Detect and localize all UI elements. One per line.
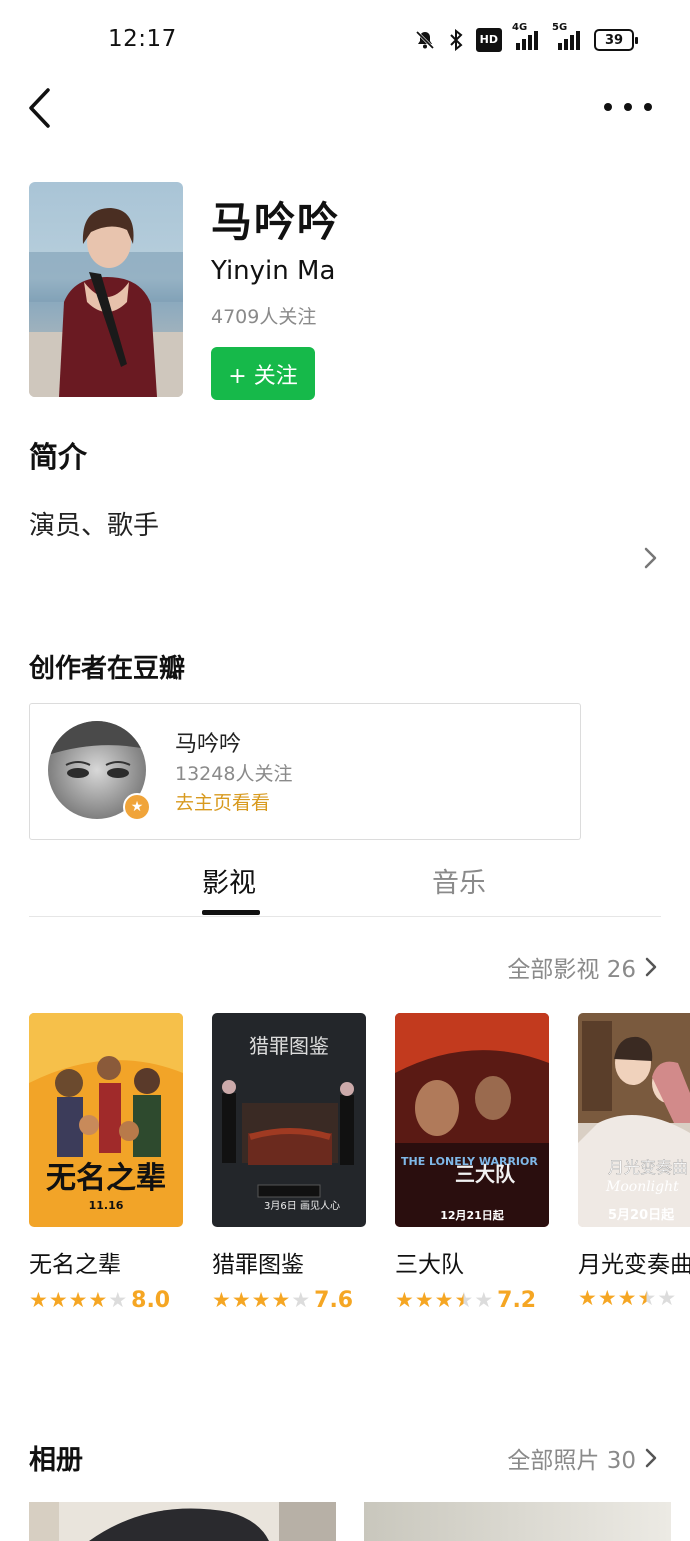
star-icon: ★	[108, 1288, 128, 1312]
poster-2-tagline: 画见人心	[300, 1200, 340, 1212]
status-bar: 12:17 HD 4G 5G 39	[0, 0, 690, 80]
movie-title-3[interactable]: 三大队	[395, 1245, 464, 1279]
star-rating: ★ ★ ★ ★ ★	[29, 1290, 127, 1311]
poster-3-date: 12月21日起	[440, 1208, 505, 1222]
poster-1-date: 11.16	[89, 1199, 124, 1212]
rating-score: 7.6	[314, 1288, 354, 1313]
star-icon: ★	[657, 1286, 677, 1310]
dot-icon	[624, 103, 632, 111]
poster-4-date: 5月20日起	[608, 1207, 675, 1223]
album-photo-2[interactable]	[364, 1502, 671, 1541]
star-icon: ★	[454, 1288, 474, 1312]
star-icon: ★	[251, 1288, 271, 1312]
battery-icon: 39	[594, 29, 638, 51]
active-tab-indicator	[202, 910, 260, 915]
poster-1-title: 无名之辈	[46, 1161, 166, 1196]
tab-movies[interactable]: 影视	[202, 861, 256, 900]
star-icon: ★	[434, 1288, 454, 1312]
all-movies-label: 全部影视 26	[507, 957, 636, 983]
star-icon: ★	[578, 1286, 597, 1310]
movie-poster-4[interactable]: 月光变奏曲 Moonlight 5月20日起	[578, 1013, 690, 1227]
poster-2-title: 猎罪图鉴	[249, 1034, 329, 1058]
creator-homepage-link[interactable]: 去主页看看	[175, 788, 270, 815]
star-icon: ★	[617, 1286, 637, 1310]
movie-title-2[interactable]: 猎罪图鉴	[212, 1245, 304, 1279]
follower-count: 4709人关注	[211, 306, 317, 328]
signal-5g-icon: 5G	[552, 22, 582, 52]
all-photos-link[interactable]: 全部照片 30	[507, 1441, 658, 1475]
star-icon: ★	[637, 1286, 657, 1310]
creator-name: 马吟吟	[175, 732, 242, 757]
star-icon: ★	[29, 1288, 48, 1312]
all-photos-label: 全部照片 30	[507, 1448, 636, 1474]
movie-rating-4: ★ ★ ★ ★ ★	[578, 1288, 680, 1309]
intro-expand-button[interactable]	[640, 544, 660, 572]
poster-2-date: 3月6日	[264, 1200, 297, 1212]
poster-4-en-title: Moonlight	[605, 1179, 679, 1195]
follow-button[interactable]: + 关注	[211, 347, 315, 400]
star-icon: ★	[414, 1288, 434, 1312]
profile-photo[interactable]	[29, 182, 183, 397]
back-button[interactable]	[22, 84, 62, 132]
hd-icon: HD	[475, 28, 502, 52]
movie-rating-2: ★ ★ ★ ★ ★ 7.6	[212, 1288, 353, 1313]
movie-rating-3: ★ ★ ★ ★ ★ 7.2	[395, 1288, 536, 1313]
star-icon: ★	[291, 1288, 311, 1312]
creator-card[interactable]: ★ 马吟吟 13248人关注 去主页看看	[29, 703, 581, 840]
person-name-en: Yinyin Ma	[211, 256, 336, 286]
movie-title-1[interactable]: 无名之辈	[29, 1245, 121, 1279]
signal-4g-icon: 4G	[512, 22, 540, 52]
star-icon: ★	[231, 1288, 251, 1312]
star-icon: ★	[68, 1288, 88, 1312]
movie-poster-2[interactable]: 猎罪图鉴 3月6日 画见人心	[212, 1013, 366, 1227]
album-photo-1[interactable]	[29, 1502, 336, 1541]
bluetooth-icon	[448, 28, 464, 52]
album-heading: 相册	[29, 1445, 83, 1476]
chevron-right-icon	[645, 1448, 657, 1468]
intro-heading: 简介	[29, 440, 88, 474]
star-rating: ★ ★ ★ ★ ★	[395, 1290, 493, 1311]
net-5g-label: 5G	[552, 22, 568, 33]
movie-rating-1: ★ ★ ★ ★ ★ 8.0	[29, 1288, 170, 1313]
status-icons: HD 4G 5G 39	[414, 22, 638, 52]
star-rating: ★ ★ ★ ★ ★	[578, 1288, 676, 1309]
intro-text: 演员、歌手	[29, 511, 160, 541]
movie-poster-1[interactable]: 无名之辈 11.16	[29, 1013, 183, 1227]
tab-music[interactable]: 音乐	[432, 861, 486, 900]
mute-bell-icon	[414, 28, 436, 52]
dot-icon	[644, 103, 652, 111]
star-icon: ★	[48, 1288, 68, 1312]
star-icon: ★	[88, 1288, 108, 1312]
status-time: 12:17	[108, 26, 177, 52]
more-options-button[interactable]	[604, 92, 652, 122]
rating-score: 8.0	[131, 1288, 171, 1313]
movie-poster-3[interactable]: THE LONELY WARRIOR 三大队 12月21日起	[395, 1013, 549, 1227]
star-icon: ★	[212, 1288, 231, 1312]
star-icon: ★	[474, 1288, 494, 1312]
movie-title-4[interactable]: 月光变奏曲	[578, 1245, 690, 1279]
star-icon: ★	[597, 1286, 617, 1310]
chevron-left-icon	[29, 88, 50, 128]
all-movies-link[interactable]: 全部影视 26	[507, 950, 658, 984]
creator-follower-count: 13248人关注	[175, 763, 293, 785]
dot-icon	[604, 103, 612, 111]
star-rating: ★ ★ ★ ★ ★	[212, 1290, 310, 1311]
poster-3-title: 三大队	[455, 1162, 516, 1186]
star-icon: ★	[395, 1288, 414, 1312]
star-icon: ★	[271, 1288, 291, 1312]
battery-level: 39	[604, 32, 624, 48]
net-4g-label: 4G	[512, 22, 528, 33]
person-name: 马吟吟	[211, 198, 340, 246]
chevron-right-icon	[645, 957, 657, 977]
poster-4-title: 月光变奏曲	[608, 1158, 688, 1177]
chevron-right-icon	[644, 547, 657, 569]
rating-score: 7.2	[497, 1288, 537, 1313]
creator-section-heading: 创作者在豆瓣	[29, 654, 186, 684]
verified-badge-icon: ★	[123, 793, 151, 821]
content-tabs: 影视 音乐	[29, 855, 661, 917]
